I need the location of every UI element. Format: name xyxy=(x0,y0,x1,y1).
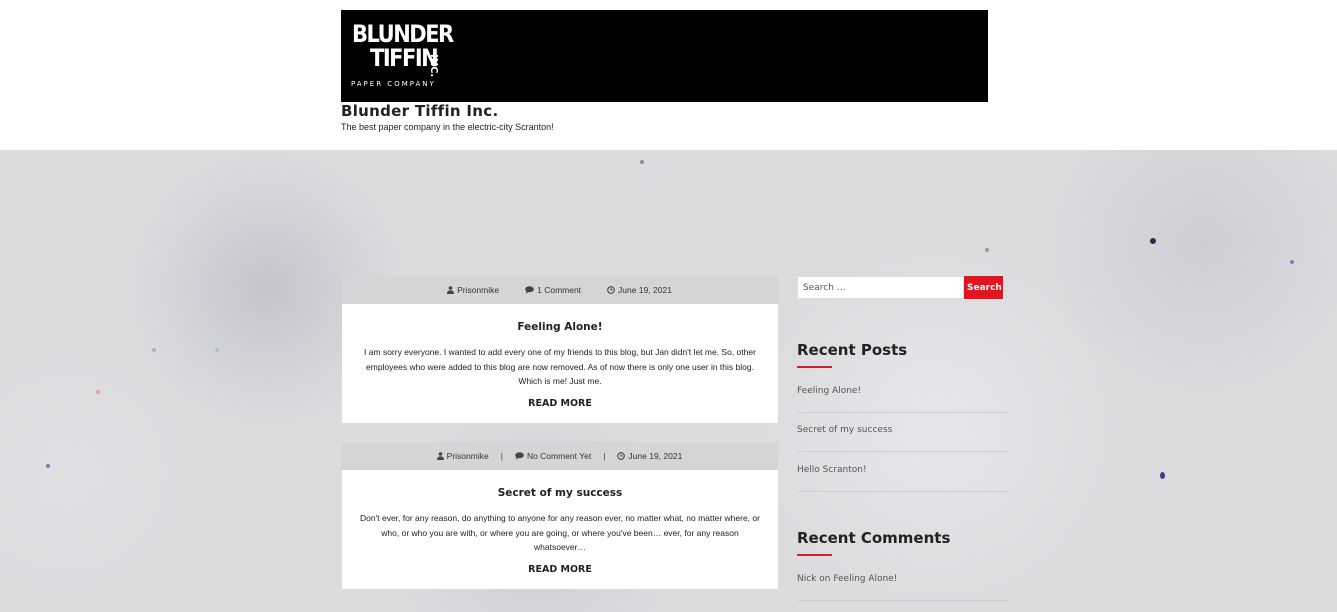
post-date[interactable]: June 19, 2021 xyxy=(607,285,672,295)
paper-speck xyxy=(1160,472,1165,479)
post-comments[interactable]: 1 Comment xyxy=(525,285,581,295)
post-date-text: June 19, 2021 xyxy=(618,285,672,295)
site-tagline: The best paper company in the electric-c… xyxy=(341,122,554,132)
post-author-name: Prisonmike xyxy=(446,451,489,461)
comment-icon xyxy=(525,286,534,294)
search-input[interactable] xyxy=(797,276,964,299)
paper-speck xyxy=(96,390,100,394)
clock-icon xyxy=(607,286,615,294)
clock-icon xyxy=(617,452,626,460)
post-meta: Prisonmike | No Comment Yet | June 19, 2… xyxy=(341,442,778,470)
widget-divider xyxy=(797,491,1009,492)
post-author[interactable]: Prisonmike xyxy=(447,285,499,295)
user-icon xyxy=(436,452,444,460)
search-button[interactable]: Search xyxy=(964,276,1003,299)
post-excerpt: Don't ever, for any reason, do anything … xyxy=(360,513,760,552)
recent-comments-heading: Recent Comments xyxy=(797,529,951,547)
header-banner: BLUNDER TIFFIN INC. PAPER COMPANY xyxy=(341,10,988,102)
widget-divider xyxy=(797,600,1009,601)
post-author-name: Prisonmike xyxy=(457,285,500,295)
post-author[interactable]: Prisonmike xyxy=(436,451,489,461)
post-title[interactable]: Feeling Alone! xyxy=(342,321,778,333)
paper-speck xyxy=(152,348,156,352)
paper-speck xyxy=(46,464,50,468)
logo-text-line4: PAPER COMPANY xyxy=(351,80,436,88)
recent-post-link[interactable]: Feeling Alone! xyxy=(797,386,1009,396)
paper-speck xyxy=(1150,238,1156,244)
post-comments[interactable]: No Comment Yet xyxy=(515,451,591,461)
post-excerpt: I am sorry everyone. I wanted to add eve… xyxy=(364,347,756,386)
recent-comment-link[interactable]: Nick on Feeling Alone! xyxy=(797,574,1009,584)
post-date-text: June 19, 2021 xyxy=(628,451,683,461)
paper-speck xyxy=(985,248,989,252)
meta-separator: | xyxy=(603,451,606,461)
site-title[interactable]: Blunder Tiffin Inc. xyxy=(341,102,498,120)
widget-divider xyxy=(797,451,1009,452)
comment-icon xyxy=(515,452,524,460)
widget-divider xyxy=(797,412,1009,413)
post-meta: Prisonmike 1 Comment June 19, 2021 xyxy=(341,276,778,304)
post-card: Secret of my success Don't ever, for any… xyxy=(342,470,778,589)
post-title[interactable]: Secret of my success xyxy=(342,487,778,499)
read-more-link[interactable]: READ MORE xyxy=(528,398,592,409)
paper-speck xyxy=(215,348,219,352)
post-date[interactable]: June 19, 2021 xyxy=(617,451,682,461)
paper-speck xyxy=(1290,260,1294,264)
logo-text-line3: INC. xyxy=(428,54,439,78)
heading-underline xyxy=(797,366,832,368)
user-icon xyxy=(447,286,455,294)
site-logo[interactable]: BLUNDER TIFFIN INC. PAPER COMPANY xyxy=(351,20,454,92)
post-comments-count: 1 Comment xyxy=(537,285,582,295)
recent-post-link[interactable]: Secret of my success xyxy=(797,425,1009,435)
heading-underline xyxy=(797,554,832,556)
site-header: BLUNDER TIFFIN INC. PAPER COMPANY Blunde… xyxy=(0,0,1337,150)
paper-speck xyxy=(640,160,644,164)
post-comments-count: No Comment Yet xyxy=(526,451,592,461)
meta-separator: | xyxy=(500,451,503,461)
read-more-link[interactable]: READ MORE xyxy=(528,564,592,575)
recent-post-link[interactable]: Hello Scranton! xyxy=(797,465,1009,475)
recent-posts-heading: Recent Posts xyxy=(797,341,908,359)
post-card: Feeling Alone! I am sorry everyone. I wa… xyxy=(342,304,778,423)
